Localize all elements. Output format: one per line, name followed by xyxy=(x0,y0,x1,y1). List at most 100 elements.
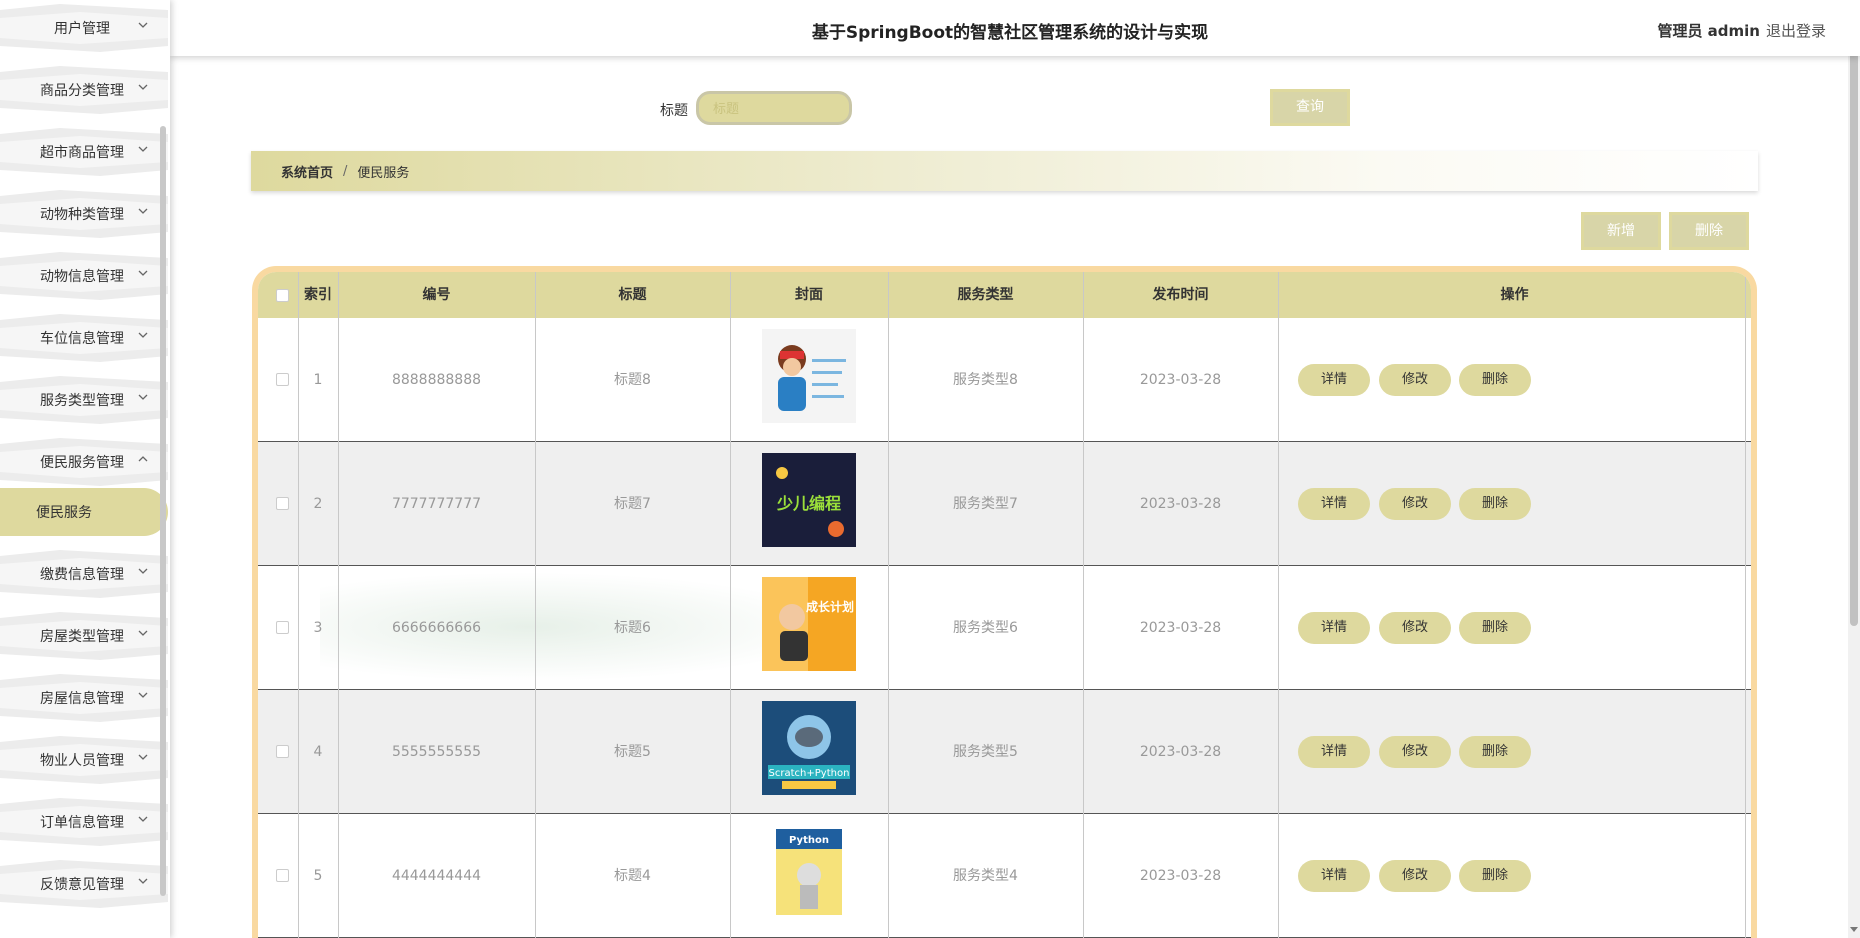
add-button[interactable]: 新增 xyxy=(1581,212,1661,250)
header-publish-time: 发布时间 xyxy=(1152,287,1209,303)
sidebar-item-label: 房屋信息管理 xyxy=(40,691,124,707)
sidebar-menu-item[interactable]: 订单信息管理 xyxy=(0,798,168,846)
column-divider xyxy=(535,272,536,938)
chevron-down-icon xyxy=(138,332,148,338)
chevron-down-icon xyxy=(138,394,148,400)
breadcrumb: 系统首页 / 便民服务 xyxy=(251,151,1758,191)
header-service-type: 服务类型 xyxy=(957,287,1014,303)
row-checkbox[interactable] xyxy=(276,621,289,634)
delete-button[interactable]: 删除 xyxy=(1459,736,1531,768)
admin-user-label: 管理员 admin xyxy=(1657,22,1760,40)
sidebar-item-label: 车位信息管理 xyxy=(40,331,124,347)
delete-button[interactable]: 删除 xyxy=(1459,612,1531,644)
sidebar-menu-item[interactable]: 反馈意见管理 xyxy=(0,860,168,908)
detail-button[interactable]: 详情 xyxy=(1298,364,1370,396)
sidebar-subitem-convenience-service[interactable]: 便民服务 xyxy=(0,488,168,536)
sidebar-menu-item[interactable]: 物业人员管理 xyxy=(0,736,168,784)
table-row: 5 4444444444 标题4 Python 服务类型4 2023-03-28… xyxy=(258,814,1751,938)
sidebar-menu-item[interactable]: 缴费信息管理 xyxy=(0,550,168,598)
cell-code: 7777777777 xyxy=(391,496,482,512)
edit-button[interactable]: 修改 xyxy=(1379,488,1451,520)
cell-index: 3 xyxy=(313,620,323,636)
cover-text: Scratch+Python xyxy=(769,768,850,779)
cell-index: 5 xyxy=(313,868,323,884)
breadcrumb-current: 便民服务 xyxy=(357,165,410,181)
detail-button[interactable]: 详情 xyxy=(1298,612,1370,644)
cell-publish-time: 2023-03-28 xyxy=(1139,496,1222,512)
cover-text: 成长计划 xyxy=(806,599,854,614)
detail-button[interactable]: 详情 xyxy=(1298,488,1370,520)
chevron-down-icon xyxy=(138,84,148,90)
search-title-input[interactable] xyxy=(696,91,852,125)
scroll-down-arrow-icon[interactable] xyxy=(1850,927,1858,932)
table-header: 索引 编号 标题 封面 服务类型 发布时间 操作 xyxy=(258,272,1751,318)
row-checkbox[interactable] xyxy=(276,373,289,386)
column-divider xyxy=(888,272,889,938)
chevron-down-icon xyxy=(138,270,148,276)
breadcrumb-separator: / xyxy=(343,163,348,179)
batch-delete-button[interactable]: 删除 xyxy=(1669,212,1749,250)
cell-publish-time: 2023-03-28 xyxy=(1139,372,1222,388)
header-title: 标题 xyxy=(618,287,647,303)
cell-service-type: 服务类型5 xyxy=(953,744,1018,760)
column-divider xyxy=(730,272,731,938)
cell-title: 标题6 xyxy=(614,620,651,636)
sidebar-menu-item[interactable]: 房屋信息管理 xyxy=(0,674,168,722)
sidebar-menu-item[interactable]: 动物种类管理 xyxy=(0,190,168,238)
chevron-down-icon xyxy=(138,754,148,760)
sidebar-item-label: 服务类型管理 xyxy=(40,393,124,409)
logout-link[interactable]: 退出登录 xyxy=(1766,20,1826,41)
column-divider xyxy=(338,272,339,938)
cell-publish-time: 2023-03-28 xyxy=(1139,868,1222,884)
table-row: 4 5555555555 标题5 Scratch+Python 服务类型5 20… xyxy=(258,690,1751,814)
edit-button[interactable]: 修改 xyxy=(1379,364,1451,396)
sidebar-menu-item[interactable]: 车位信息管理 xyxy=(0,314,168,362)
sidebar-menu-item[interactable]: 用户管理 xyxy=(0,4,168,52)
cell-index: 4 xyxy=(313,744,323,760)
cell-service-type: 服务类型6 xyxy=(953,620,1018,636)
cell-title: 标题8 xyxy=(614,372,651,388)
chevron-down-icon xyxy=(138,816,148,822)
sidebar-item-label: 房屋类型管理 xyxy=(40,629,124,645)
sidebar-item-label: 物业人员管理 xyxy=(40,753,124,769)
sidebar: 用户管理商品分类管理超市商品管理动物种类管理动物信息管理 车位信息管理 服务类型管理… xyxy=(0,0,170,938)
row-checkbox[interactable] xyxy=(276,497,289,510)
sidebar-menu-item[interactable]: 房屋类型管理 xyxy=(0,612,168,660)
scrollbar-thumb[interactable] xyxy=(1850,22,1858,626)
delete-button[interactable]: 删除 xyxy=(1459,364,1531,396)
page-scrollbar[interactable] xyxy=(1848,0,1860,938)
edit-button[interactable]: 修改 xyxy=(1379,860,1451,892)
sidebar-menu-item[interactable]: 超市商品管理 xyxy=(0,128,168,176)
sidebar-menu-item[interactable]: 商品分类管理 xyxy=(0,66,168,114)
edit-button[interactable]: 修改 xyxy=(1379,612,1451,644)
sidebar-item-label: 动物信息管理 xyxy=(40,269,124,285)
header-operations: 操作 xyxy=(1500,287,1529,303)
search-title-label: 标题 xyxy=(660,103,688,119)
table-row: 1 8888888888 标题8 服务类型8 2023-03-28 详情 修改 … xyxy=(258,318,1751,442)
select-all-checkbox[interactable] xyxy=(276,289,289,302)
sidebar-item-label: 反馈意见管理 xyxy=(40,877,124,893)
row-checkbox[interactable] xyxy=(276,869,289,882)
cell-title: 标题7 xyxy=(614,496,651,512)
sidebar-scrollbar[interactable] xyxy=(160,126,166,896)
sidebar-menu-item[interactable]: 便民服务管理 xyxy=(0,438,168,486)
row-checkbox[interactable] xyxy=(276,745,289,758)
sidebar-menu-item[interactable]: 服务类型管理 xyxy=(0,376,168,424)
edit-button[interactable]: 修改 xyxy=(1379,736,1451,768)
breadcrumb-home-link[interactable]: 系统首页 xyxy=(281,162,333,181)
sidebar-subitem-label: 便民服务 xyxy=(36,505,92,521)
chevron-up-icon xyxy=(138,456,148,462)
detail-button[interactable]: 详情 xyxy=(1298,860,1370,892)
sidebar-menu-item[interactable]: 动物信息管理 xyxy=(0,252,168,300)
cover-image: 成长计划 xyxy=(762,577,856,671)
cover-image: Python xyxy=(762,825,856,919)
delete-button[interactable]: 删除 xyxy=(1459,488,1531,520)
sidebar-item-label: 超市商品管理 xyxy=(40,145,124,161)
search-button[interactable]: 查询 xyxy=(1270,89,1350,126)
delete-button[interactable]: 删除 xyxy=(1459,860,1531,892)
sidebar-item-label: 便民服务管理 xyxy=(40,455,124,471)
column-divider xyxy=(1745,272,1746,938)
detail-button[interactable]: 详情 xyxy=(1298,736,1370,768)
top-header: 基于SpringBoot的智慧社区管理系统的设计与实现 管理员 admin 退出… xyxy=(170,0,1860,56)
cell-code: 5555555555 xyxy=(391,744,482,760)
